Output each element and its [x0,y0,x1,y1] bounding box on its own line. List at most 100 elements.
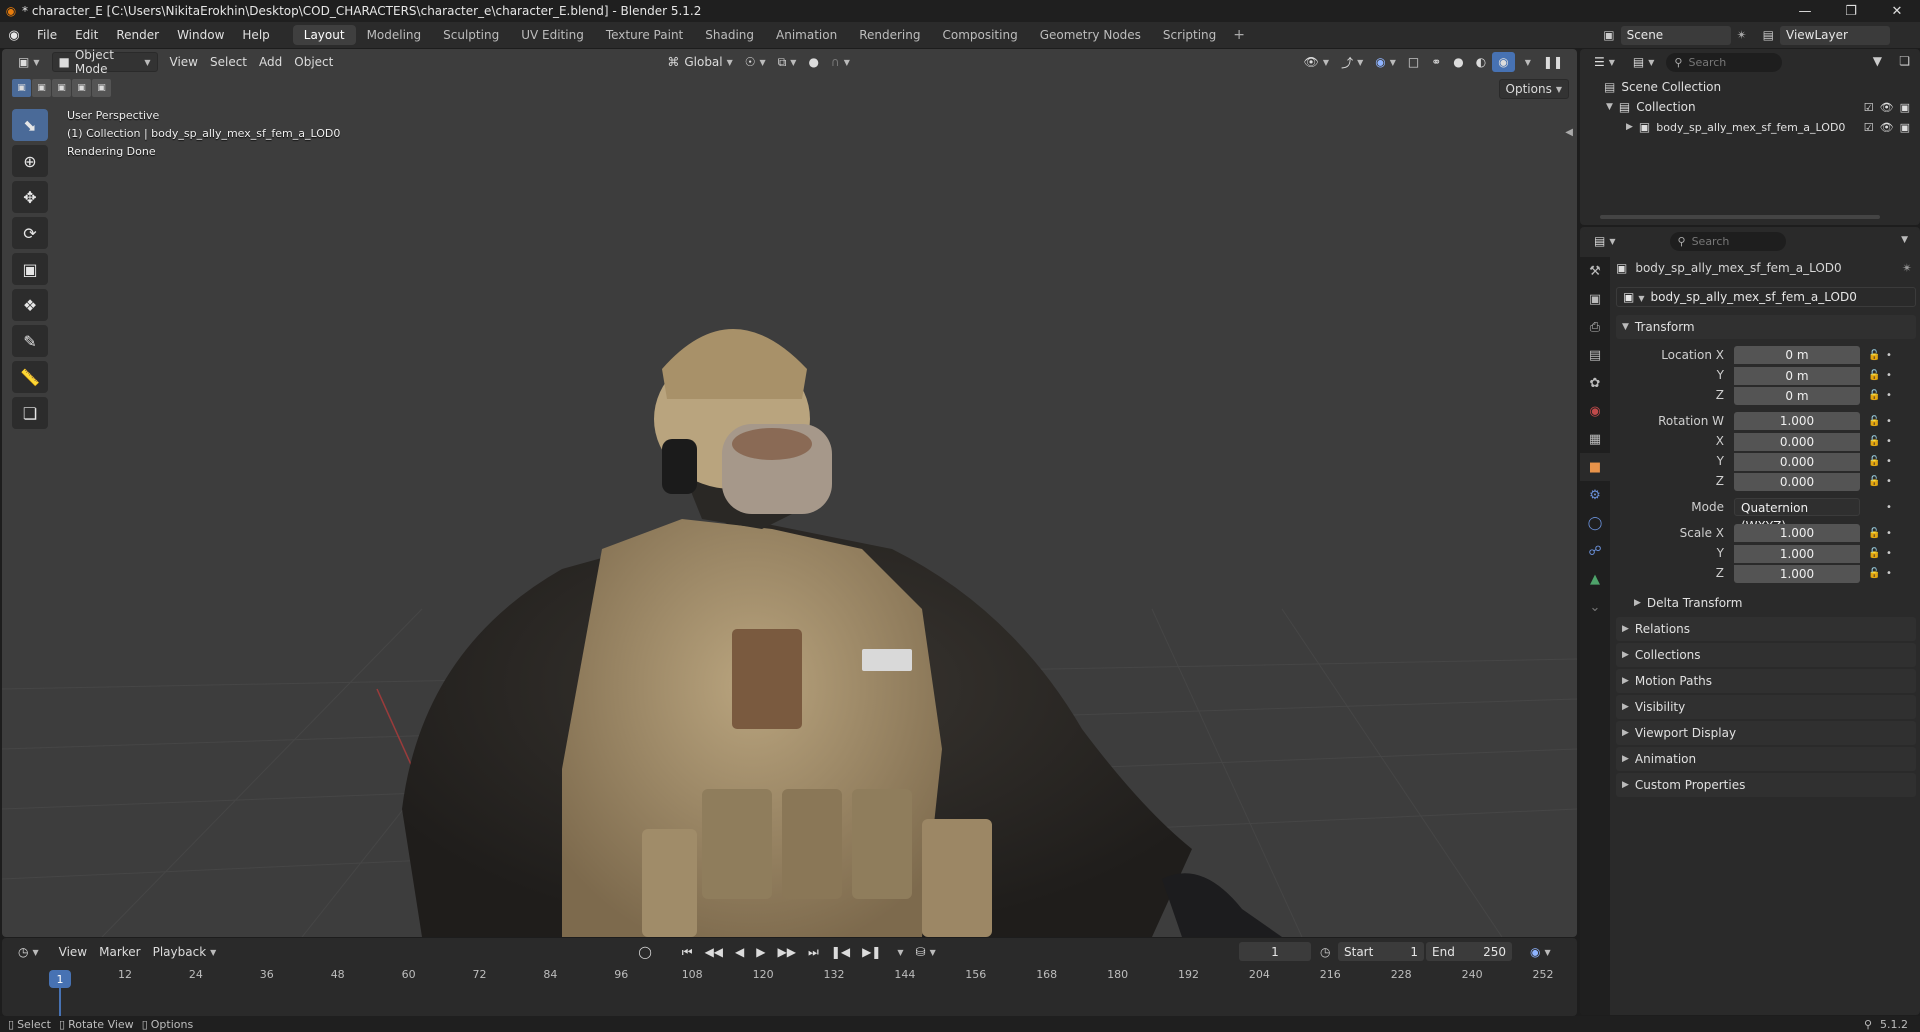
camera-icon[interactable]: ▣ [1900,101,1910,114]
view-layer-selector[interactable]: ViewLayer [1780,25,1890,45]
tab-texture-paint[interactable]: Texture Paint [595,25,694,45]
overlays-icon[interactable]: ◉ ▼ [1369,52,1402,72]
new-collection-icon[interactable]: ❏ [1899,54,1910,68]
jump-end-icon[interactable]: ⏭ [802,942,825,962]
viewport-menu-add[interactable]: Add [253,52,288,72]
lock-scale-x-icon[interactable]: 🔓 [1868,528,1884,539]
editor-type-icon[interactable]: ▣ ▼ [12,52,46,72]
pivot-icon[interactable]: ☉ ▼ [739,52,772,72]
lock-rotation-w-icon[interactable]: 🔓 [1868,416,1884,427]
location-z-field[interactable]: 0 m [1734,387,1860,405]
select-intersect-icon[interactable]: ▣ [92,79,111,97]
shading-options-icon[interactable]: ▼ [1515,52,1537,72]
object-mode-selector[interactable]: ■ Object Mode ▼ [51,49,158,76]
select-invert-icon[interactable]: ▣ [72,79,91,97]
scene-selector[interactable]: Scene [1620,25,1731,45]
lock-rotation-x-icon[interactable]: 🔓 [1868,436,1884,447]
select-new-icon[interactable]: ▣ [12,79,31,97]
scale-icon[interactable]: ▣ [12,253,48,285]
lock-location-y-icon[interactable]: 🔓 [1868,370,1884,381]
end-frame-field[interactable]: End 250 [1426,942,1512,961]
current-frame-field[interactable]: 1 [1239,942,1311,961]
render-tab-icon[interactable]: ▣ [1580,285,1610,313]
keyframe-dot-icon[interactable]: • [1884,456,1894,467]
keyframe-dot-icon[interactable]: • [1884,502,1894,513]
tab-shading[interactable]: Shading [694,25,765,45]
location-y-field[interactable]: 0 m [1734,367,1860,385]
tab-compositing[interactable]: Compositing [931,25,1028,45]
keyframe-dot-icon[interactable]: • [1884,568,1894,579]
exclude-checkbox-icon[interactable]: ☑ [1864,101,1874,114]
shading-solid-icon[interactable]: ● [1447,52,1469,72]
tab-modeling[interactable]: Modeling [356,25,433,45]
outliner-editor-type-icon[interactable]: ☰ ▼ [1588,52,1621,72]
properties-search-input[interactable]: ⚲ Search [1669,231,1786,251]
tool-tab-icon[interactable]: ⚒ [1580,257,1610,285]
object-exclude-checkbox-icon[interactable]: ☑ [1864,121,1874,134]
object-tab-icon[interactable]: ■ [1580,453,1610,481]
playhead[interactable]: 1 [49,970,71,988]
delta-transform-panel-header[interactable]: ▶ Delta Transform [1628,591,1916,615]
add-cube-icon[interactable]: ❏ [12,397,48,429]
keyframe-dot-icon[interactable]: • [1884,350,1894,361]
rotation-x-field[interactable]: 0.000 [1734,433,1860,451]
pause-render-icon[interactable]: ❚❚ [1537,52,1569,72]
timeline-menu-marker[interactable]: Marker [93,942,146,962]
timeline-menu-view[interactable]: View [53,942,93,962]
shading-material-icon[interactable]: ◐ [1470,52,1492,72]
keyframe-dot-icon[interactable]: • [1884,390,1894,401]
output-tab-icon[interactable]: ⎙ [1580,313,1610,341]
object-camera-icon[interactable]: ▣ [1900,121,1910,134]
outliner-search-input[interactable]: ⚲ Search [1666,52,1783,72]
close-icon[interactable]: ✕ [1874,0,1920,22]
auto-key-icon[interactable]: ◯ [632,942,657,962]
tab-rendering[interactable]: Rendering [848,25,931,45]
viewport-menu-object[interactable]: Object [288,52,339,72]
move-icon[interactable]: ✥ [12,181,48,213]
collections-panel-header[interactable]: ▶ Collections [1616,643,1916,667]
tab-animation[interactable]: Animation [765,25,848,45]
select-box-icon[interactable]: ⬊ [12,109,48,141]
rotation-w-field[interactable]: 1.000 [1734,412,1860,430]
outliner-row-collection[interactable]: ▼ ▤ Collection ☑ 👁 ▣ [1580,97,1920,117]
menu-file[interactable]: File [28,28,66,42]
pin-properties-icon[interactable]: ✴ [1902,261,1912,275]
view-layer-tab-icon[interactable]: ▤ [1580,341,1610,369]
rotate-icon[interactable]: ⟳ [12,217,48,249]
snap-icon[interactable]: ⧉ ▼ [772,52,803,72]
lock-rotation-z-icon[interactable]: 🔓 [1868,476,1884,487]
lock-location-z-icon[interactable]: 🔓 [1868,390,1884,401]
timeline-ruler[interactable]: 12 24 36 48 60 72 84 96 108 120 132 144 156 168 180 192… [2,968,1577,1014]
start-frame-field[interactable]: Start 1 [1338,942,1424,961]
transform-icon[interactable]: ❖ [12,289,48,321]
play-reverse-icon[interactable]: ◀ [729,942,750,962]
lock-scale-y-icon[interactable]: 🔓 [1868,548,1884,559]
keyframe-dot-icon[interactable]: • [1884,528,1894,539]
minimize-icon[interactable]: — [1782,0,1828,22]
physics-tab-icon[interactable]: ◯ [1580,509,1610,537]
scale-z-field[interactable]: 1.000 [1734,565,1860,583]
animation-panel-header[interactable]: ▶ Animation [1616,747,1916,771]
timeline-menu-playback[interactable]: Playback ▼ [147,942,223,962]
maximize-icon[interactable]: ❐ [1828,0,1874,22]
prev-keyframe-icon[interactable]: ❚◀ [825,942,856,962]
keyframe-dot-icon[interactable]: • [1884,548,1894,559]
shading-rendered-icon[interactable]: ◉ [1492,52,1515,72]
rotation-z-field[interactable]: 0.000 [1734,473,1860,491]
select-extend-icon[interactable]: ▣ [32,79,51,97]
lock-rotation-y-icon[interactable]: 🔓 [1868,456,1884,467]
menu-edit[interactable]: Edit [66,28,107,42]
annotate-icon[interactable]: ✎ [12,325,48,357]
timeline-editor-type-icon[interactable]: ◷ ▼ [12,942,45,962]
scale-x-field[interactable]: 1.000 [1734,524,1860,542]
tab-uv-editing[interactable]: UV Editing [510,25,595,45]
object-eye-icon[interactable]: 👁 [1880,121,1894,134]
viewport-display-panel-header[interactable]: ▶ Viewport Display [1616,721,1916,745]
cursor-icon[interactable]: ⊕ [12,145,48,177]
play-icon[interactable]: ▶ [750,942,771,962]
texture-tab-icon[interactable]: ⌄ [1580,593,1610,621]
lock-scale-z-icon[interactable]: 🔓 [1868,568,1884,579]
keyframe-dot-icon[interactable]: • [1884,436,1894,447]
viewport-menu-view[interactable]: View [164,52,204,72]
viewport-menu-select[interactable]: Select [204,52,253,72]
